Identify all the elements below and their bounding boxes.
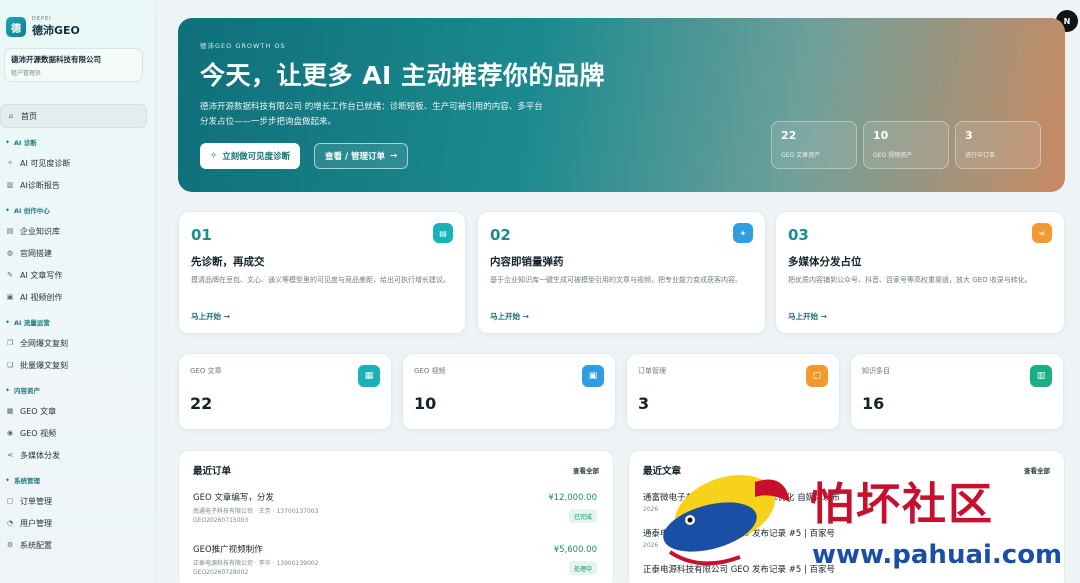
arrow-right-icon: → bbox=[390, 151, 398, 161]
sparkle-icon: ✦ bbox=[5, 206, 11, 214]
home-icon: ⌂ bbox=[8, 112, 14, 120]
sidebar-item-article-writing[interactable]: ✎ AI 文章写作 bbox=[0, 264, 155, 286]
watermark-url: www.pahuai.com bbox=[812, 540, 1063, 570]
sidebar-item-batch-viral-copy[interactable]: ❏ 批量爆文复刻 bbox=[0, 354, 155, 376]
company-name: 德沛开源数据科技有限公司 bbox=[11, 55, 101, 64]
sparkle-icon: ✦ bbox=[5, 318, 11, 326]
step-card-diagnose[interactable]: 01 ▤ 先诊断，再成交 摸清品牌在豆包、文心、通义等模型里的可见度与竞品差距，… bbox=[178, 211, 466, 334]
wand-icon: ✦ bbox=[733, 223, 753, 243]
nav-section-ai-traffic: ✦ AI 流量运营 bbox=[5, 318, 50, 328]
nav-section-system: ✦ 系统管理 bbox=[5, 476, 41, 486]
hero-title: 今天，让更多 AI 主动推荐你的品牌 bbox=[200, 61, 606, 90]
nav-section-content-assets: ✦ 内容资产 bbox=[5, 386, 41, 396]
share-icon: ⋖ bbox=[7, 451, 13, 459]
article-icon: ▦ bbox=[358, 365, 380, 387]
share-icon: ⋖ bbox=[1032, 223, 1052, 243]
sidebar-item-knowledge-base[interactable]: ▤ 企业知识库 bbox=[0, 220, 155, 242]
user-icon: ◔ bbox=[6, 519, 14, 527]
sidebar: 德 DEPEI 德沛GEO 德沛开源数据科技有限公司 租户管理员 ⌂ 首页 ✦ A… bbox=[0, 0, 156, 583]
globe-icon: ◍ bbox=[6, 249, 14, 257]
layers-icon: ❏ bbox=[6, 361, 14, 369]
bar-chart-icon: ▥ bbox=[6, 181, 14, 189]
watermark: 怕坏社区 www.pahuai.com bbox=[650, 462, 1063, 582]
sparkle-icon: ✧ bbox=[7, 159, 13, 167]
sidebar-item-media-distribution[interactable]: ⋖ 多媒体分发 bbox=[0, 444, 155, 466]
sidebar-item-viral-copy[interactable]: ❐ 全网爆文复刻 bbox=[0, 332, 155, 354]
panel-title: 最近订单 bbox=[193, 466, 232, 477]
brand-logo: 德 bbox=[6, 17, 26, 37]
company-card[interactable]: 德沛开源数据科技有限公司 租户管理员 bbox=[4, 48, 143, 82]
article-icon: ▦ bbox=[6, 407, 14, 415]
sidebar-item-home[interactable]: ⌂ 首页 bbox=[0, 104, 147, 128]
sidebar-item-label: 首页 bbox=[21, 111, 37, 121]
hero-stat: 22 GEO 文章资产 bbox=[771, 121, 857, 169]
manage-orders-button[interactable]: 查看 / 管理订单 → bbox=[314, 143, 409, 169]
hero-stat: 10 GEO 视频资产 bbox=[863, 121, 949, 169]
status-badge: 已完成 bbox=[568, 509, 597, 523]
sidebar-item-settings[interactable]: ⚙ 系统配置 bbox=[0, 534, 155, 556]
sidebar-item-diagnosis-report[interactable]: ▥ AI诊断报告 bbox=[0, 174, 155, 196]
sidebar-item-geo-articles[interactable]: ▦ GEO 文章 bbox=[0, 400, 155, 422]
fish-logo-icon bbox=[663, 475, 790, 566]
status-badge: 处理中 bbox=[568, 561, 597, 575]
sparkle-icon: ✦ bbox=[5, 138, 11, 146]
metric-card-orders[interactable]: 订单管理 ▢ 3 bbox=[626, 353, 840, 430]
sidebar-item-visibility-diagnosis[interactable]: ✧ AI 可见度诊断 bbox=[0, 152, 155, 174]
hero-stats: 22 GEO 文章资产 10 GEO 视频资产 3 进行中订单 bbox=[771, 121, 1041, 169]
order-row[interactable]: GEO推广视频制作 正泰电源科技有限公司 · 李华 · 13900139002 … bbox=[193, 543, 599, 581]
brand-name: 德沛GEO bbox=[32, 24, 80, 37]
wand-icon: ✧ bbox=[210, 151, 218, 161]
gear-icon: ⚙ bbox=[6, 541, 14, 549]
start-link[interactable]: 马上开始 → bbox=[191, 311, 230, 322]
hero-eyebrow: 德沛GEO GROWTH OS bbox=[200, 42, 286, 50]
company-role: 租户管理员 bbox=[11, 70, 42, 77]
start-link[interactable]: 马上开始 → bbox=[490, 311, 529, 322]
recent-orders-panel: 最近订单 查看全部 GEO 文章编写，分发 南通电子科技有限公司 · 王芳 · … bbox=[178, 450, 614, 583]
step-card-distribution[interactable]: 03 ⋖ 多媒体分发占位 把优质内容铺到公众号、抖音、百家号等高权重渠道，放大 … bbox=[775, 211, 1065, 334]
sparkle-icon: ✦ bbox=[5, 386, 11, 394]
nav-section-ai-creation: ✦ AI 创作中心 bbox=[5, 206, 50, 216]
brand[interactable]: 德 DEPEI 德沛GEO bbox=[0, 0, 155, 42]
sidebar-item-website-builder[interactable]: ◍ 官网搭建 bbox=[0, 242, 155, 264]
nav-section-ai-diagnosis: ✦ AI 诊断 bbox=[5, 138, 37, 148]
metric-card-knowledge[interactable]: 知识条目 ▥ 16 bbox=[850, 353, 1064, 430]
metric-card-geo-videos[interactable]: GEO 视频 ▣ 10 bbox=[402, 353, 616, 430]
copy-icon: ❐ bbox=[6, 339, 14, 347]
metric-card-geo-articles[interactable]: GEO 文章 ▦ 22 bbox=[178, 353, 392, 430]
view-all-orders-link[interactable]: 查看全部 bbox=[573, 465, 599, 475]
document-icon: ▤ bbox=[433, 223, 453, 243]
hero-stat: 3 进行中订单 bbox=[955, 121, 1041, 169]
video-icon: ▣ bbox=[582, 365, 604, 387]
sidebar-item-video-creation[interactable]: ▣ AI 视频创作 bbox=[0, 286, 155, 308]
sidebar-item-users[interactable]: ◔ 用户管理 bbox=[0, 512, 155, 534]
pen-icon: ✎ bbox=[7, 271, 13, 279]
order-icon: ▢ bbox=[806, 365, 828, 387]
video-icon: ▣ bbox=[6, 293, 14, 301]
book-icon: ▥ bbox=[1030, 365, 1052, 387]
database-icon: ▤ bbox=[6, 227, 14, 235]
video-icon: ◉ bbox=[6, 429, 14, 437]
sidebar-item-geo-videos[interactable]: ◉ GEO 视频 bbox=[0, 422, 155, 444]
sidebar-nav: ⌂ 首页 ✦ AI 诊断 ✧ AI 可见度诊断 ▥ AI诊断报告 ✦ AI 创作中心 ▤… bbox=[0, 104, 155, 556]
visibility-diagnosis-button[interactable]: ✧ 立刻做可见度诊断 bbox=[200, 143, 301, 169]
sparkle-icon: ✦ bbox=[5, 476, 11, 484]
step-card-content[interactable]: 02 ✦ 内容即销量弹药 基于企业知识库一键生成可被模型引用的文章与视频，把专业… bbox=[477, 211, 766, 334]
sidebar-item-orders[interactable]: ▢ 订单管理 bbox=[0, 490, 155, 512]
order-row[interactable]: GEO 文章编写，分发 南通电子科技有限公司 · 王芳 · 1370013700… bbox=[193, 491, 599, 529]
hero-banner: 德沛GEO GROWTH OS 今天，让更多 AI 主动推荐你的品牌 德沛开源数… bbox=[178, 18, 1065, 192]
hero-description: 德沛开源数据科技有限公司 的增长工作台已就绪：诊断短板、生产可被引用的内容、多平… bbox=[200, 102, 543, 127]
start-link[interactable]: 马上开始 → bbox=[788, 311, 827, 322]
watermark-title: 怕坏社区 bbox=[810, 479, 994, 530]
order-icon: ▢ bbox=[6, 497, 14, 505]
